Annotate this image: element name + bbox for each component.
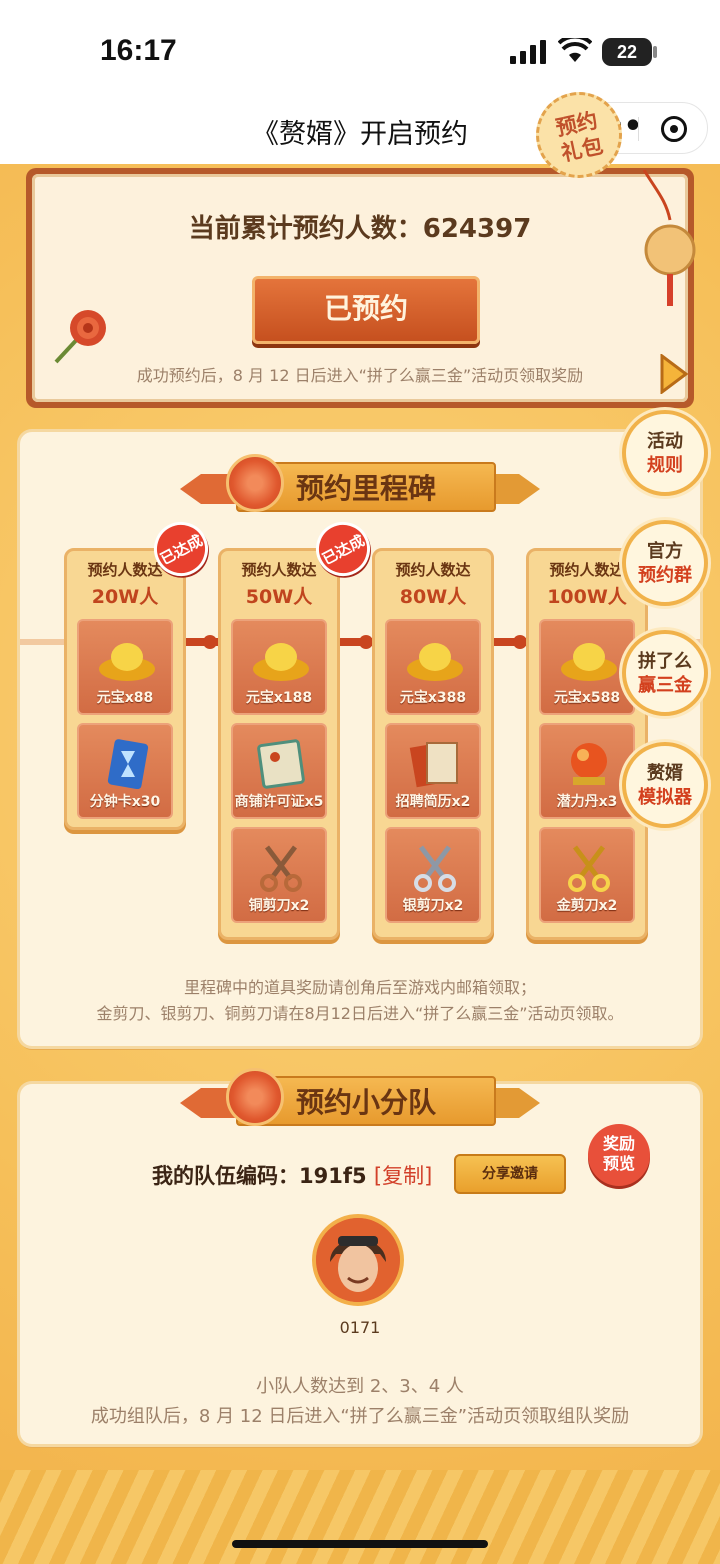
banner-rose-icon bbox=[226, 1068, 284, 1126]
license-icon bbox=[257, 739, 305, 789]
gold-scissors-icon bbox=[568, 845, 610, 892]
reward-item-label: 银剪刀x2 bbox=[402, 898, 464, 914]
hanging-ornament-icon bbox=[642, 170, 696, 306]
share-invite-button[interactable]: 分享邀请 bbox=[454, 1154, 566, 1194]
side-button-line2: 预约群 bbox=[638, 565, 692, 586]
reward-item-label: 元宝x588 bbox=[553, 690, 621, 706]
gold-ingot-icon bbox=[99, 643, 155, 681]
copper-scissors-icon bbox=[260, 845, 302, 892]
reward-item[interactable]: 元宝x388 bbox=[385, 619, 481, 715]
copy-code-link[interactable]: [复制] bbox=[374, 1164, 432, 1188]
team-code-label: 我的队伍编码： bbox=[152, 1164, 299, 1188]
rose-decoration-icon bbox=[54, 310, 106, 364]
side-button-line2: 赢三金 bbox=[638, 675, 692, 696]
reward-item[interactable]: 分钟卡x30 bbox=[77, 723, 173, 819]
milestone-column-80w: 预约人数达 80W人 元宝x388 招聘简历x2 银剪刀x2 bbox=[372, 548, 494, 940]
milestone-target: 50W人 bbox=[245, 586, 313, 608]
reservation-card-inner: 当前累计预约人数：624397 已预约 成功预约后，8 月 12 日后进入“拼了… bbox=[32, 174, 688, 402]
home-indicator[interactable] bbox=[232, 1540, 488, 1548]
silver-scissors-icon bbox=[414, 845, 456, 892]
character-portrait-icon bbox=[316, 1218, 400, 1302]
reward-item[interactable]: 元宝x188 bbox=[231, 619, 327, 715]
reservation-count: 当前累计预约人数：624397 bbox=[32, 208, 688, 245]
milestone-target: 20W人 bbox=[91, 586, 159, 608]
reward-item[interactable]: 元宝x588 bbox=[539, 619, 635, 715]
battery-indicator: 22 bbox=[602, 38, 652, 66]
reward-item-label: 商铺许可证x5 bbox=[234, 794, 324, 810]
reward-item-label: 分钟卡x30 bbox=[89, 794, 161, 810]
reward-item-label: 金剪刀x2 bbox=[556, 898, 618, 914]
milestone-note-line2: 金剪刀、银剪刀、铜剪刀请在8月12日后进入“拼了么赢三金”活动页领取。 bbox=[96, 1004, 624, 1023]
bottom-decoration bbox=[0, 1470, 720, 1564]
reward-item-label: 元宝x88 bbox=[96, 690, 154, 706]
reward-item[interactable]: 元宝x88 bbox=[77, 619, 173, 715]
hourglass-card-icon bbox=[107, 739, 149, 789]
team-note-line1: 小队人数达到 2、3、4 人 bbox=[256, 1376, 464, 1397]
reward-item-label: 元宝x388 bbox=[399, 690, 467, 706]
official-group-button[interactable]: 官方 预约群 bbox=[622, 520, 708, 606]
milestone-head-label: 预约人数达 bbox=[395, 561, 471, 579]
carousel-next-arrow-icon[interactable] bbox=[658, 354, 688, 394]
side-button-line2: 规则 bbox=[647, 455, 683, 476]
simulator-button[interactable]: 赘婿 模拟器 bbox=[622, 742, 708, 828]
cellular-signal-icon bbox=[510, 40, 546, 64]
reward-item[interactable]: 金剪刀x2 bbox=[539, 827, 635, 923]
banner-rose-icon bbox=[226, 454, 284, 512]
status-bar: 16:17 22 bbox=[0, 0, 720, 100]
gold-ingot-icon bbox=[253, 643, 309, 681]
reservation-card: 当前累计预约人数：624397 已预约 成功预约后，8 月 12 日后进入“拼了… bbox=[26, 168, 694, 408]
side-button-line1: 官方 bbox=[647, 541, 683, 562]
status-time: 16:17 bbox=[100, 34, 177, 67]
reward-item[interactable]: 招聘简历x2 bbox=[385, 723, 481, 819]
milestone-target: 80W人 bbox=[399, 586, 467, 608]
team-note-line2: 成功组队后，8 月 12 日后进入“拼了么赢三金”活动页领取组队奖励 bbox=[90, 1406, 630, 1427]
team-card: 预约小分队 奖励 预览 我的队伍编码：191f5 [复制] 分享邀请 0171 … bbox=[20, 1068, 700, 1444]
milestone-card: 预约里程碑 预约人数达 20W人 元宝x88 分钟卡x30 已达成 预约人数达 … bbox=[20, 432, 700, 1046]
reward-preview-button[interactable]: 奖励 预览 bbox=[588, 1124, 650, 1186]
member-id: 0171 bbox=[339, 1318, 381, 1337]
milestone-banner: 预约里程碑 bbox=[180, 454, 540, 520]
close-target-icon[interactable] bbox=[661, 116, 687, 142]
reward-item-label: 元宝x188 bbox=[245, 690, 313, 706]
resume-icon bbox=[409, 742, 458, 788]
reservation-note: 成功预约后，8 月 12 日后进入“拼了么赢三金”活动页领取奖励 bbox=[136, 366, 584, 385]
wifi-icon bbox=[558, 38, 592, 62]
team-banner: 预约小分队 bbox=[180, 1068, 540, 1134]
milestone-column-20w: 预约人数达 20W人 元宝x88 分钟卡x30 bbox=[64, 548, 186, 830]
reward-item[interactable]: 商铺许可证x5 bbox=[231, 723, 327, 819]
side-button-line2: 模拟器 bbox=[638, 787, 692, 808]
gold-ingot-icon bbox=[407, 643, 463, 681]
milestone-head: 预约人数达 50W人 bbox=[221, 559, 337, 609]
reward-preview-line2: 预览 bbox=[602, 1154, 635, 1173]
reservation-count-value: 624397 bbox=[422, 214, 532, 244]
reward-preview-line1: 奖励 bbox=[602, 1134, 635, 1153]
member-avatar[interactable] bbox=[312, 1214, 404, 1306]
milestone-head: 预约人数达 80W人 bbox=[375, 559, 491, 609]
potion-orb-icon bbox=[571, 743, 607, 785]
side-button-line1: 拼了么 bbox=[638, 651, 692, 672]
capsule-divider bbox=[638, 117, 639, 141]
side-button-line1: 赘婿 bbox=[647, 763, 683, 784]
milestone-column-50w: 预约人数达 50W人 元宝x188 商铺许可证x5 铜剪刀x2 bbox=[218, 548, 340, 940]
reserved-button[interactable]: 已预约 bbox=[252, 276, 480, 344]
reward-item-label: 招聘简历x2 bbox=[395, 794, 471, 810]
rules-button[interactable]: 活动 规则 bbox=[622, 410, 708, 496]
reservation-count-label: 当前累计预约人数： bbox=[188, 214, 423, 244]
battery-tip bbox=[653, 46, 657, 58]
side-button-line1: 活动 bbox=[647, 431, 683, 452]
win-prize-button[interactable]: 拼了么 赢三金 bbox=[622, 630, 708, 716]
reward-item-label: 铜剪刀x2 bbox=[248, 898, 310, 914]
team-code: 我的队伍编码：191f5 [复制] bbox=[152, 1160, 432, 1190]
reward-item[interactable]: 潜力丹x3 bbox=[539, 723, 635, 819]
reward-item-label: 潜力丹x3 bbox=[556, 794, 618, 810]
milestone-note-line1: 里程碑中的道具奖励请创角后至游戏内邮箱领取； bbox=[183, 978, 536, 997]
gold-ingot-icon bbox=[561, 643, 617, 681]
reward-item[interactable]: 银剪刀x2 bbox=[385, 827, 481, 923]
reward-item[interactable]: 铜剪刀x2 bbox=[231, 827, 327, 923]
team-code-value: 191f5 bbox=[299, 1164, 367, 1188]
milestone-column-100w: 预约人数达 100W人 元宝x588 潜力丹x3 金剪刀x2 bbox=[526, 548, 648, 940]
